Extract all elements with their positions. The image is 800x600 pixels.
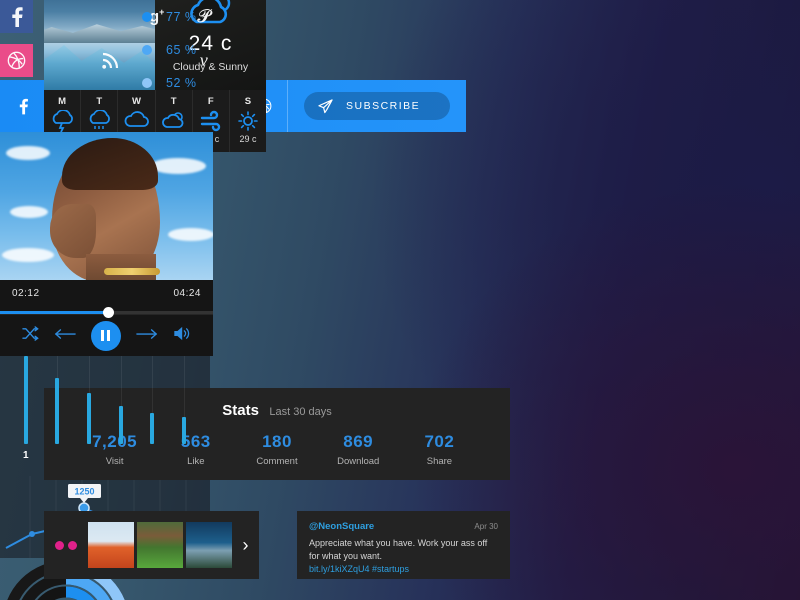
- stat-label: Download: [337, 456, 380, 467]
- legend-item: 52 %: [142, 76, 197, 90]
- bar-label: 1: [23, 450, 29, 461]
- bar-column: [45, 356, 69, 444]
- facebook-icon[interactable]: [0, 80, 48, 132]
- weather-photo: [44, 0, 155, 90]
- stat-label: Like: [187, 456, 205, 467]
- tweet-card: @NeonSquare Apr 30 Appreciate what you h…: [297, 511, 510, 579]
- forecast-day-label: M: [58, 96, 67, 107]
- legend-value: 77 %: [166, 10, 197, 24]
- dot: [55, 540, 64, 550]
- bar: [150, 413, 155, 444]
- total-time: 04:24: [173, 288, 201, 299]
- subscribe-label: SUBSCRIBE: [346, 100, 421, 112]
- bar-chart-plot: [0, 356, 210, 444]
- forecast-day-label: F: [207, 96, 214, 107]
- stat-value: 180: [262, 432, 292, 451]
- dribbble-icon[interactable]: [0, 44, 33, 77]
- chevron-right-icon[interactable]: ›: [232, 535, 259, 556]
- current-time: 02:12: [12, 288, 40, 299]
- stats-title: Stats: [222, 402, 259, 419]
- stat-label: Comment: [256, 456, 298, 467]
- stat-item: 702 Share: [399, 432, 480, 467]
- volume-icon[interactable]: [173, 326, 191, 346]
- legend-dot: [142, 12, 152, 22]
- bar-column: [172, 356, 196, 444]
- legend-item: 77 %: [142, 10, 197, 24]
- tweet-username[interactable]: @NeonSquare: [309, 521, 374, 532]
- stat-item: 869 Download: [318, 432, 399, 467]
- gallery-thumb-mountain[interactable]: [186, 522, 232, 568]
- gallery-carousel: ›: [44, 511, 259, 579]
- gallery-thumb-desert[interactable]: [88, 522, 134, 568]
- stat-label: Share: [426, 456, 453, 467]
- legend-dot: [142, 45, 152, 55]
- previous-icon[interactable]: [54, 327, 76, 345]
- facebook-icon[interactable]: [0, 0, 33, 33]
- bar-column: [14, 356, 38, 444]
- tweet-link[interactable]: bit.ly/1kiXZqU4 #startups: [309, 564, 498, 574]
- forecast-day: S 29 c: [230, 90, 266, 152]
- bar: [87, 392, 92, 444]
- partly-cloudy-icon: [156, 110, 192, 132]
- dot: [68, 540, 77, 550]
- gallery-thumb-bison[interactable]: [137, 522, 183, 568]
- gallery-thumbnails: [88, 522, 232, 568]
- bar: [55, 378, 60, 444]
- stats-subtitle: Last 30 days: [269, 406, 332, 418]
- pause-icon[interactable]: [90, 320, 121, 351]
- legend-dot: [142, 78, 152, 88]
- bar-column: [77, 356, 101, 444]
- thunderstorm-icon: [44, 109, 80, 133]
- forecast-temp: 29 c: [239, 134, 257, 144]
- legend-value: 52 %: [166, 76, 197, 90]
- legend-value: 65 %: [166, 43, 197, 57]
- player-progress[interactable]: 02:12 04:24: [0, 280, 213, 318]
- music-player: 02:12 04:24: [0, 132, 213, 356]
- flickr-dots-icon: [44, 540, 88, 550]
- tweet-text: Appreciate what you have. Work your ass …: [309, 538, 488, 561]
- bar: [23, 356, 28, 444]
- stat-item: 180 Comment: [236, 432, 317, 467]
- cloud-icon: [118, 110, 154, 132]
- windy-icon: [193, 110, 229, 132]
- album-artwork: [0, 132, 213, 280]
- line-chart-tooltip: 1250: [74, 487, 94, 497]
- progress-fill: [0, 311, 109, 314]
- subscribe-button[interactable]: SUBSCRIBE: [304, 92, 451, 120]
- stat-label: Visit: [105, 456, 124, 467]
- paper-plane-icon: [304, 98, 346, 114]
- rain-icon: [81, 109, 117, 132]
- player-controls: [0, 314, 213, 356]
- bar-column: [140, 356, 164, 444]
- stat-value: 702: [424, 432, 455, 451]
- bar-column: [109, 356, 133, 444]
- next-icon[interactable]: [136, 327, 158, 345]
- forecast-day-label: T: [96, 96, 103, 107]
- bar: [118, 406, 123, 444]
- stat-value: 869: [343, 432, 374, 451]
- donut-legend: 77 % 65 % 52 %: [142, 10, 197, 109]
- tweet-date: Apr 30: [474, 522, 498, 531]
- sun-icon: [230, 110, 266, 132]
- shuffle-icon[interactable]: [21, 325, 39, 346]
- legend-item: 65 %: [142, 43, 197, 57]
- forecast-day-label: S: [244, 96, 252, 107]
- bar: [182, 416, 187, 444]
